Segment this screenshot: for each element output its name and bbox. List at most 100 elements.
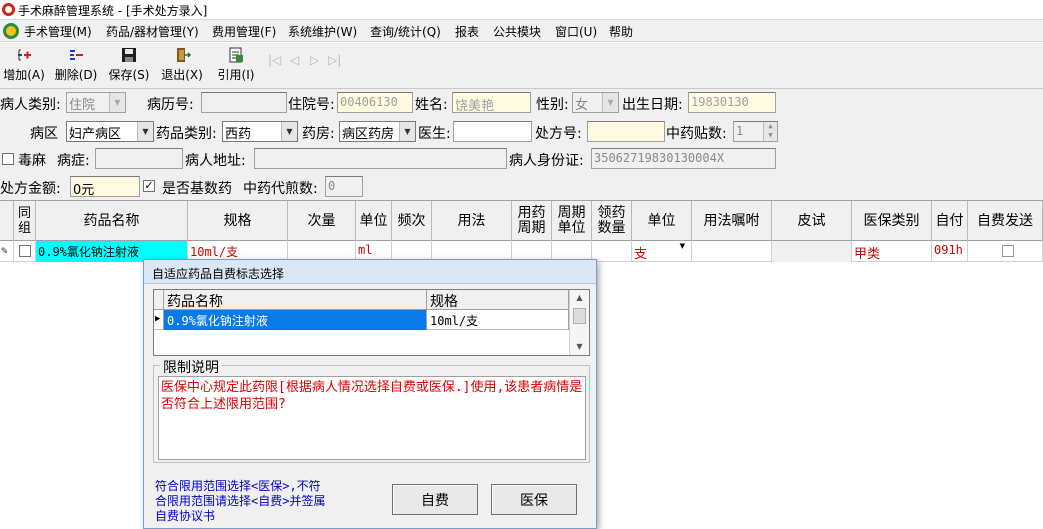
save-button[interactable]: 保存(S) xyxy=(107,46,151,86)
menu-drugs[interactable]: 药品/器材管理(Y) xyxy=(106,23,199,40)
cite-document-icon xyxy=(227,46,245,64)
doctor-field[interactable] xyxy=(453,121,532,142)
inpatient-no-label: 住院号: xyxy=(288,97,335,113)
self-pay-dialog: 自适应药品自费标志选择 药品名称 规格 ▶ 0.9%氯化钠注射液 10ml/支 … xyxy=(143,259,597,529)
insurance-button[interactable]: 医保 xyxy=(491,484,577,515)
col-frequency[interactable]: 频次 xyxy=(392,201,432,241)
gender-select[interactable]: 女 ▼ xyxy=(572,92,619,113)
title-bar: 手术麻醉管理系统 - [手术处方录入] xyxy=(0,0,1043,20)
dropdown-arrow-icon[interactable]: ▼ xyxy=(680,242,685,250)
menu-window[interactable]: 窗口(U) xyxy=(555,23,597,40)
nav-last-icon[interactable]: ▷| xyxy=(328,53,341,67)
name-field[interactable]: 饶美艳 xyxy=(452,92,531,113)
tcm-doses-stepper[interactable]: 1 ▲ ▼ xyxy=(733,121,778,142)
col-group[interactable]: 同组 xyxy=(14,201,36,241)
basic-drug-label: 是否基数药 xyxy=(162,181,232,197)
restriction-label: 限制说明 xyxy=(160,357,222,377)
poison-label: 毒麻 xyxy=(18,153,46,169)
list-drug-name-cell[interactable]: 0.9%氯化钠注射液 xyxy=(164,310,427,330)
chevron-down-icon: ▼ xyxy=(109,93,125,112)
ward-select[interactable]: 妇产病区 ▼ xyxy=(66,121,154,142)
delete-button[interactable]: 删除(D) xyxy=(53,46,99,86)
nav-next-icon[interactable]: ▷ xyxy=(310,53,319,67)
scroll-down-icon[interactable]: ▼ xyxy=(570,339,589,355)
basic-drug-checkbox[interactable]: ✓ xyxy=(143,180,155,192)
id-card-label: 病人身份证: xyxy=(509,153,584,169)
list-spec-cell[interactable]: 10ml/支 xyxy=(427,310,569,330)
patient-type-select[interactable]: 住院 ▼ xyxy=(66,92,126,113)
menu-bar: 手术管理(M) 药品/器材管理(Y) 费用管理(F) 系统维护(W) 查询/统计… xyxy=(0,20,1043,42)
birth-date-field[interactable]: 19830130 xyxy=(688,92,776,113)
menu-reports[interactable]: 报表 xyxy=(455,23,479,40)
menu-system[interactable]: 系统维护(W) xyxy=(288,23,357,40)
cite-button[interactable]: 引用(I) xyxy=(214,46,258,86)
pharmacy-select[interactable]: 病区药房 ▼ xyxy=(339,121,416,142)
exit-button[interactable]: 退出(X) xyxy=(160,46,204,86)
menu-surgery[interactable]: 手术管理(M) xyxy=(24,23,92,40)
list-scrollbar[interactable]: ▲ ▼ xyxy=(569,290,589,355)
col-skin-test[interactable]: 皮试 xyxy=(772,201,852,241)
col-usage[interactable]: 用法 xyxy=(432,201,512,241)
inpatient-no-field[interactable]: 00406130 xyxy=(337,92,413,113)
edit-pencil-icon: ✎ xyxy=(0,241,14,262)
col-instructions[interactable]: 用法嘱咐 xyxy=(692,201,772,241)
add-button[interactable]: 增加(A) xyxy=(2,46,46,86)
birth-date-label: 出生日期: xyxy=(622,97,683,113)
dispense-unit-cell[interactable]: 支 ▼ xyxy=(632,241,692,262)
drug-category-select[interactable]: 西药 ▼ xyxy=(222,121,298,142)
rx-no-label: 处方号: xyxy=(535,126,582,142)
id-card-field[interactable]: 350627198301300​04X xyxy=(591,148,776,169)
chevron-down-icon: ▼ xyxy=(602,93,618,112)
window-title: 手术麻醉管理系统 - [手术处方录入] xyxy=(18,4,208,18)
scroll-up-icon[interactable]: ▲ xyxy=(570,290,589,306)
menu-help[interactable]: 帮助 xyxy=(609,23,633,40)
col-dose[interactable]: 次量 xyxy=(288,201,356,241)
tcm-decoct-field[interactable]: 0 xyxy=(325,176,363,197)
floppy-disk-icon xyxy=(120,46,138,64)
scroll-thumb[interactable] xyxy=(573,308,586,324)
chevron-down-icon: ▼ xyxy=(137,122,153,141)
col-unit[interactable]: 单位 xyxy=(356,201,392,241)
self-pay-button[interactable]: 自费 xyxy=(392,484,478,515)
grid-header: 同组 药品名称 规格 次量 单位 频次 用法 用药周期 周期单位 领药数量 单位… xyxy=(0,200,1043,241)
col-period[interactable]: 用药周期 xyxy=(512,201,552,241)
exit-door-icon xyxy=(173,46,192,64)
tcm-doses-label: 中药贴数: xyxy=(666,126,727,142)
skin-test-cell[interactable] xyxy=(772,241,852,262)
col-drug-name[interactable]: 药品名称 xyxy=(36,201,188,241)
col-dispense-qty[interactable]: 领药数量 xyxy=(592,201,632,241)
address-field[interactable] xyxy=(254,148,507,169)
chevron-down-icon: ▼ xyxy=(281,122,297,141)
spinner-arrows-icon[interactable]: ▲ ▼ xyxy=(763,122,777,141)
self-pay-cell[interactable]: 091h xyxy=(932,241,968,262)
address-label: 病人地址: xyxy=(185,153,246,169)
pharmacy-label: 药房: xyxy=(302,126,335,142)
col-self-pay-send[interactable]: 自费发送 xyxy=(968,201,1043,241)
dispense-qty-cell[interactable] xyxy=(592,241,632,262)
col-self-pay[interactable]: 自付 xyxy=(932,201,968,241)
instructions-cell[interactable] xyxy=(692,241,772,262)
toolbar: 增加(A) 删除(D) 保存(S) 退出(X) 引用(I) |◁ ◁ ▷ ▷| xyxy=(0,43,1043,89)
delete-icon xyxy=(67,46,85,64)
col-insurance-type[interactable]: 医保类别 xyxy=(852,201,932,241)
nav-first-icon[interactable]: |◁ xyxy=(268,53,281,67)
self-pay-send-checkbox[interactable] xyxy=(1002,245,1014,257)
col-period-unit[interactable]: 周期单位 xyxy=(552,201,592,241)
menu-query[interactable]: 查询/统计(Q) xyxy=(370,23,441,40)
poison-checkbox[interactable] xyxy=(2,153,14,165)
group-checkbox[interactable] xyxy=(19,245,31,257)
disease-field[interactable] xyxy=(95,148,183,169)
disease-label: 病症: xyxy=(57,153,90,169)
insurance-type-cell[interactable]: 甲类 xyxy=(852,241,932,262)
record-no-field[interactable] xyxy=(201,92,287,113)
patient-type-label: 病人类别: xyxy=(0,97,61,113)
restriction-group: 限制说明 医保中心规定此药限[根据病人情况选择自费或医保.]使用,该患者病情是否… xyxy=(153,357,590,463)
col-spec[interactable]: 规格 xyxy=(188,201,288,241)
menu-fees[interactable]: 费用管理(F) xyxy=(212,23,276,40)
menu-public[interactable]: 公共模块 xyxy=(493,23,541,40)
list-item[interactable]: ▶ 0.9%氯化钠注射液 10ml/支 xyxy=(154,310,569,330)
nav-prev-icon[interactable]: ◁ xyxy=(290,53,299,67)
rx-no-field[interactable] xyxy=(587,121,665,142)
amount-field: 0元 xyxy=(70,176,140,197)
col-dispense-unit[interactable]: 单位 xyxy=(632,201,692,241)
